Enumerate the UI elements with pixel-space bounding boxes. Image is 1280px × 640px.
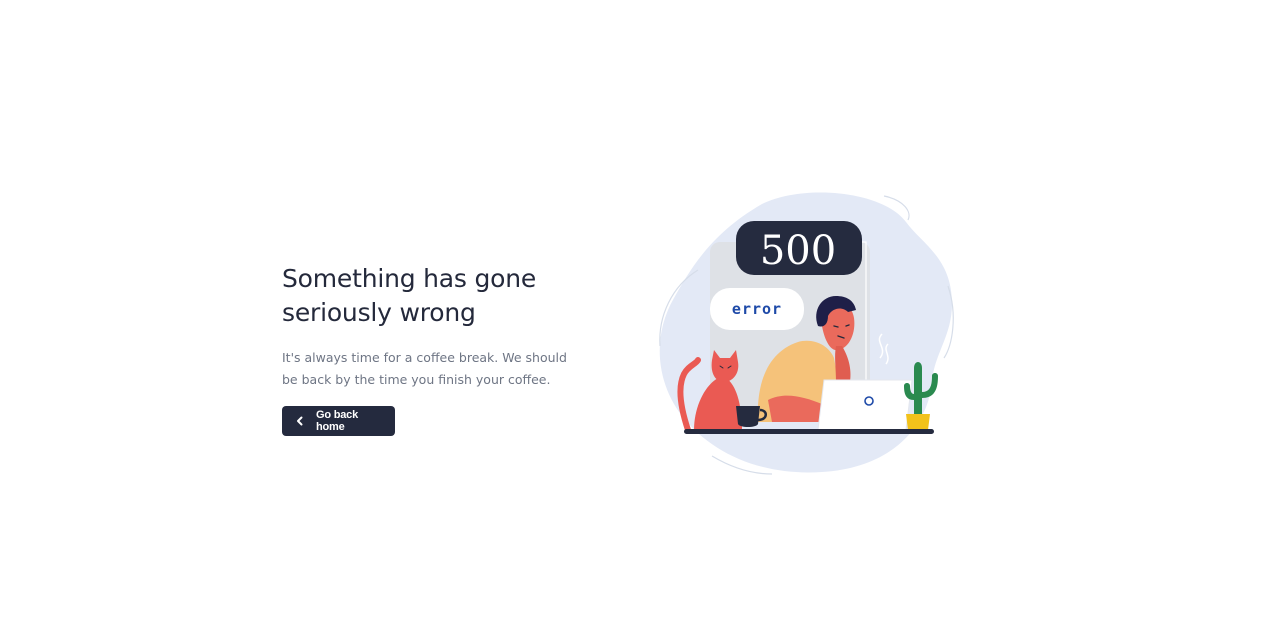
laptop bbox=[817, 379, 913, 431]
error-illustration: 500 error bbox=[652, 186, 964, 478]
plant-pot bbox=[906, 414, 930, 430]
error-description: It's always time for a coffee break. We … bbox=[282, 350, 567, 387]
desk bbox=[684, 429, 934, 434]
error-page: Something has gone seriously wrong It's … bbox=[0, 0, 1280, 640]
chevron-left-icon bbox=[294, 415, 306, 427]
go-back-home-button[interactable]: Go back home bbox=[282, 406, 395, 436]
page-title: Something has gone seriously wrong bbox=[282, 264, 537, 327]
error-label-text: error bbox=[732, 300, 782, 318]
go-back-home-label: Go back home bbox=[316, 409, 359, 433]
error-content: Something has gone seriously wrong It's … bbox=[282, 262, 602, 436]
error-code-text: 500 bbox=[760, 228, 836, 274]
coffee-mug-icon bbox=[736, 406, 760, 427]
cactus-icon bbox=[914, 362, 922, 414]
